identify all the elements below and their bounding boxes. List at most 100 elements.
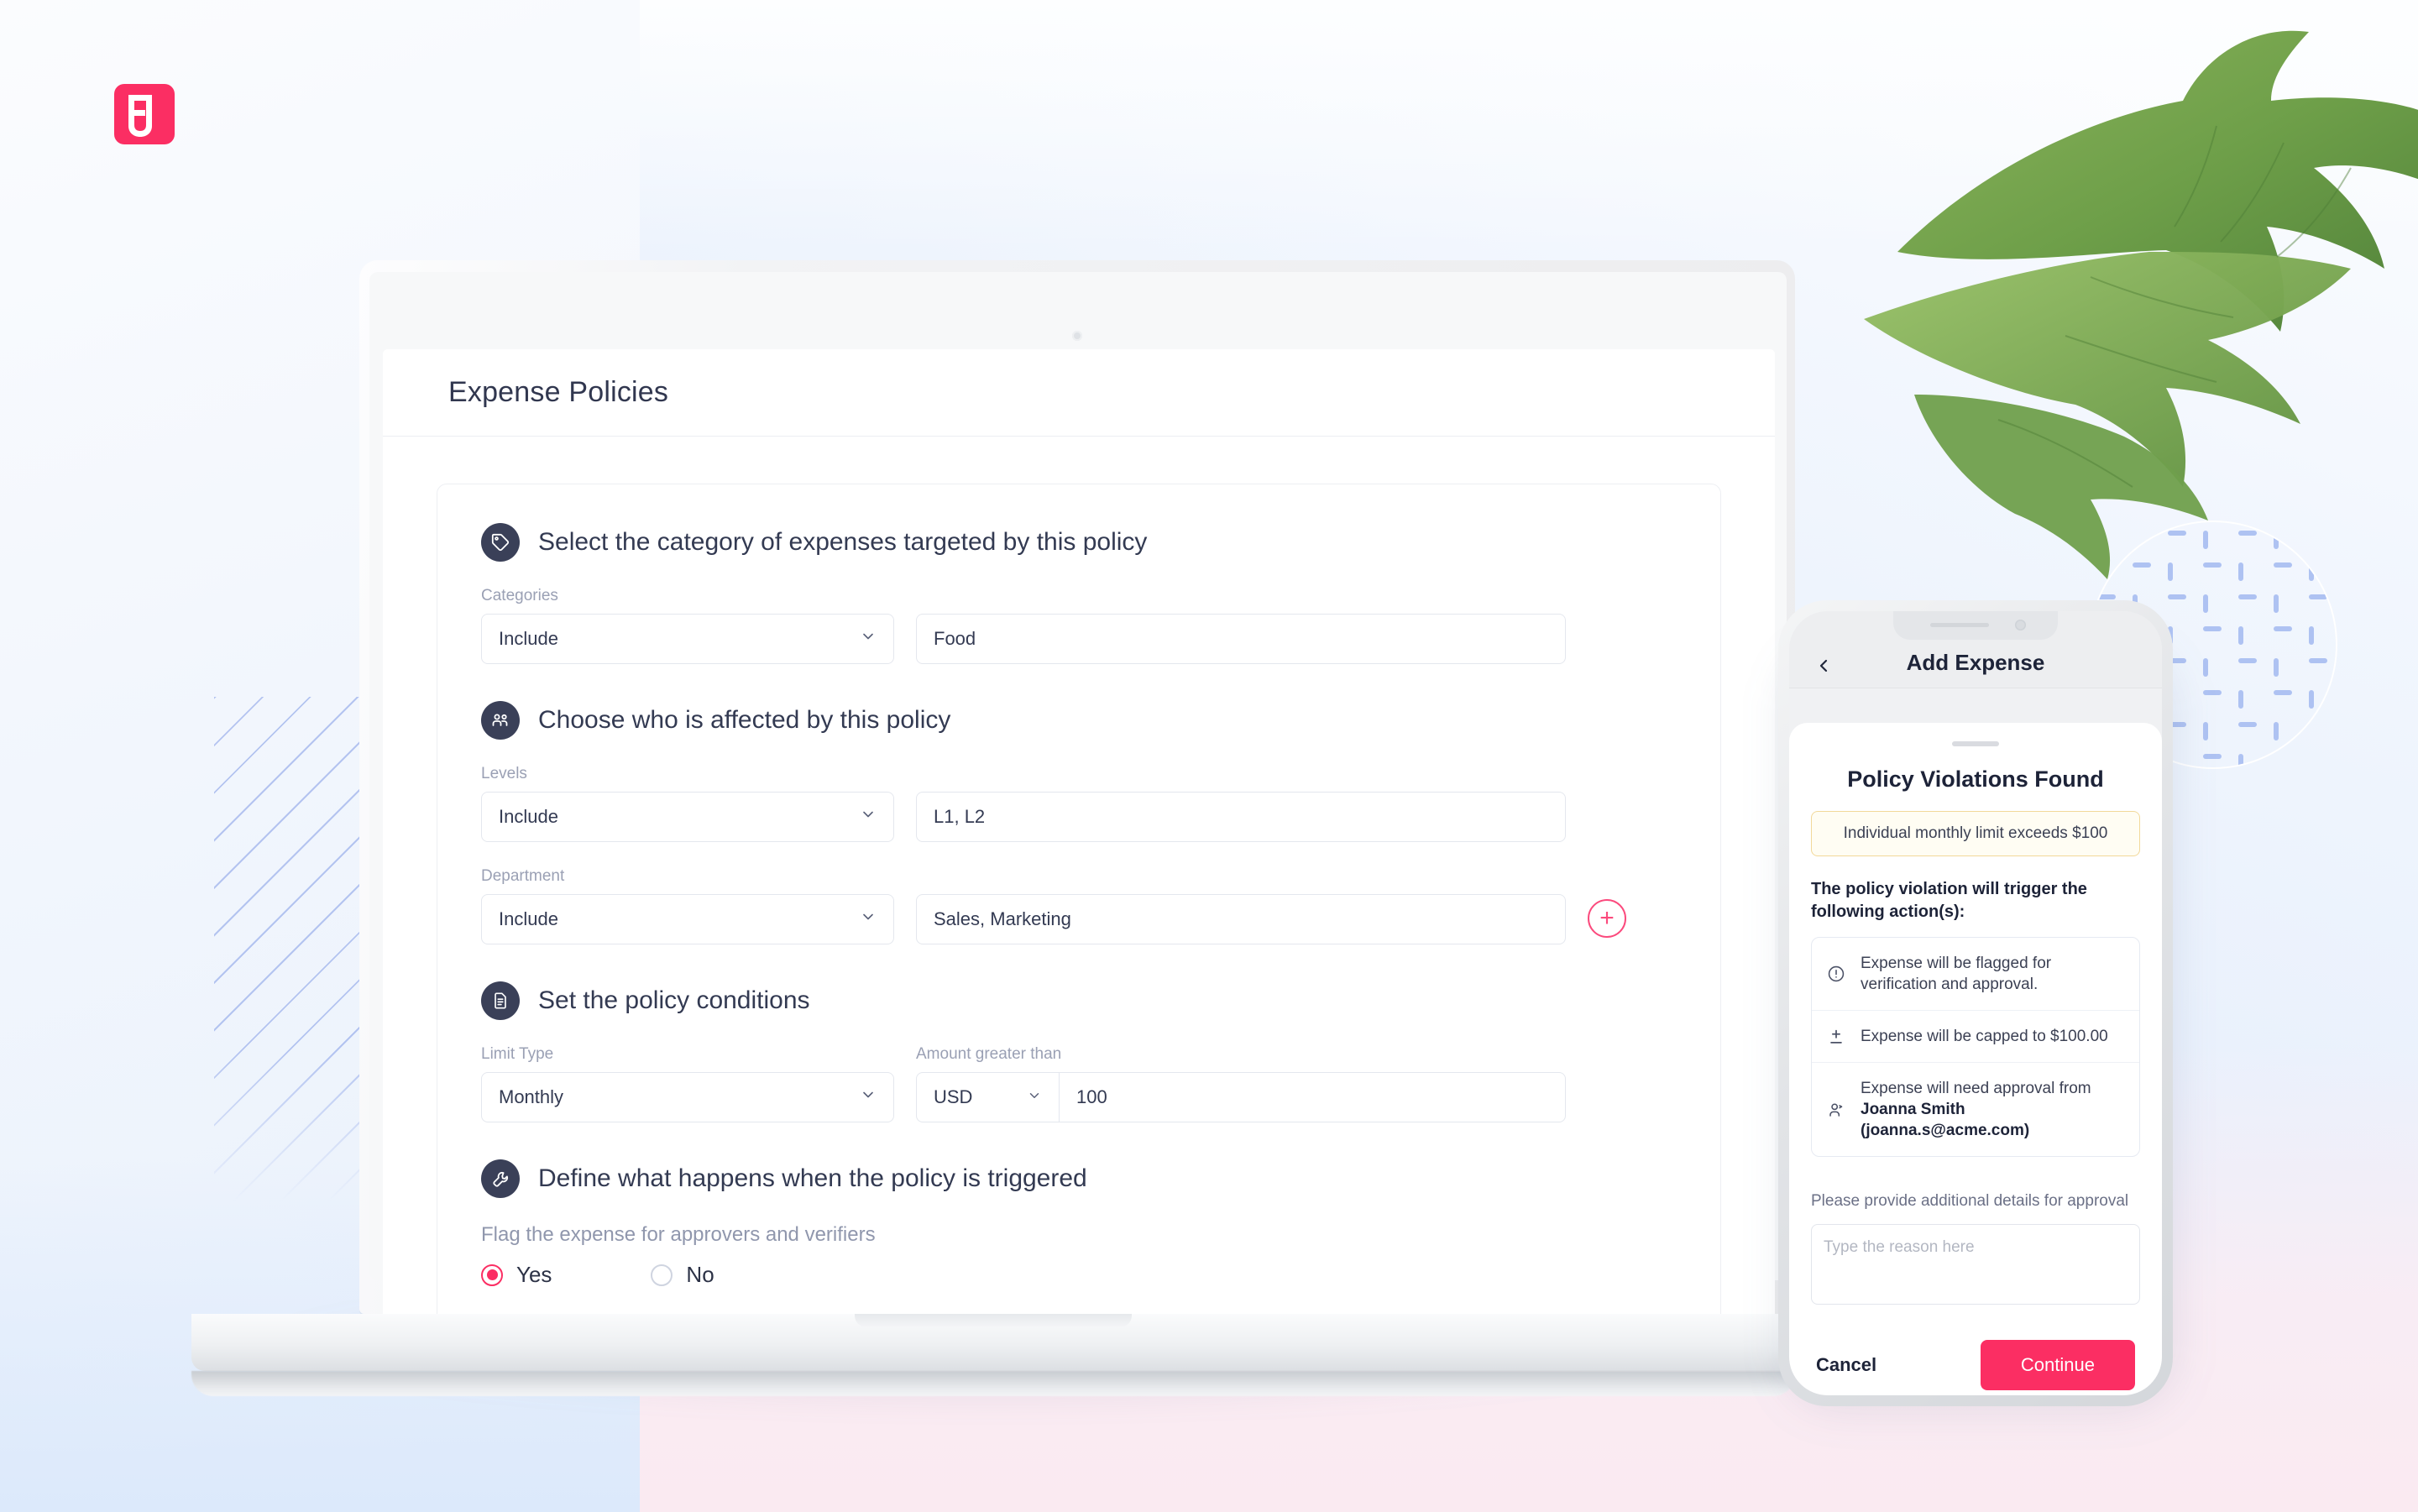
sheet-action-buttons: Cancel Continue bbox=[1811, 1340, 2140, 1391]
amount-input[interactable]: 100 bbox=[1059, 1072, 1566, 1122]
radio-no-label: No bbox=[686, 1262, 714, 1287]
department-include-select[interactable]: Include bbox=[481, 894, 894, 944]
dash-mark bbox=[2238, 722, 2257, 727]
approver-name: Joanna Smith (joanna.s@acme.com) bbox=[1861, 1101, 2030, 1140]
dash-mark bbox=[2309, 658, 2327, 663]
dash-mark bbox=[2133, 562, 2151, 568]
categories-label: Categories bbox=[481, 587, 558, 604]
laptop-mockup: Expense Policies Select the category of … bbox=[191, 260, 1795, 1419]
categories-include-select[interactable]: Include bbox=[481, 614, 894, 664]
dash-mark bbox=[2168, 562, 2173, 581]
chevron-down-icon bbox=[1027, 1086, 1042, 1108]
section-category-header: Select the category of expenses targeted… bbox=[481, 523, 1677, 562]
continue-button[interactable]: Continue bbox=[1980, 1340, 2135, 1391]
dash-mark bbox=[2168, 594, 2186, 599]
dash-mark bbox=[2309, 594, 2327, 599]
dash-mark bbox=[2203, 626, 2222, 631]
chevron-down-icon bbox=[860, 908, 877, 930]
dash-mark bbox=[2274, 690, 2292, 695]
limit-type-select[interactable]: Monthly bbox=[481, 1072, 894, 1122]
phone-frame: Add Expense Policy Violations Found Indi… bbox=[1778, 600, 2173, 1406]
trigger-intro-text: The policy violation will trigger the fo… bbox=[1811, 880, 2087, 921]
dash-mark bbox=[2168, 531, 2186, 536]
plus-icon: + bbox=[1599, 904, 1615, 932]
dash-mark bbox=[2203, 658, 2208, 677]
cancel-button[interactable]: Cancel bbox=[1816, 1354, 1876, 1376]
alert-circle-icon bbox=[1825, 965, 1847, 983]
section-trigger: Define what happens when the policy is t… bbox=[481, 1159, 1677, 1288]
dash-mark bbox=[2203, 594, 2208, 613]
amount-input-value: 100 bbox=[1076, 1086, 1107, 1107]
limit-type-label: Limit Type bbox=[481, 1045, 554, 1063]
dash-mark bbox=[2097, 562, 2102, 581]
sheet-grabber[interactable] bbox=[1952, 741, 1999, 746]
categories-input[interactable]: Food bbox=[916, 614, 1566, 664]
phone-screen: Add Expense Policy Violations Found Indi… bbox=[1789, 611, 2162, 1395]
laptop-base-notch bbox=[855, 1314, 1132, 1327]
amount-group: USD 100 bbox=[916, 1072, 1566, 1122]
laptop-lid: Expense Policies Select the category of … bbox=[359, 260, 1795, 1314]
wrench-icon bbox=[481, 1159, 520, 1198]
currency-select[interactable]: USD bbox=[916, 1072, 1059, 1122]
amount-field: Amount greater than USD 100 bbox=[916, 1045, 1566, 1122]
radio-yes-dot bbox=[481, 1263, 503, 1286]
dash-mark bbox=[2203, 531, 2208, 549]
categories-include-value: Include bbox=[499, 628, 558, 649]
categories-row: Categories Include Food bbox=[481, 587, 1677, 664]
dash-mark bbox=[2274, 722, 2279, 740]
fyle-logo bbox=[114, 84, 175, 144]
users-icon bbox=[481, 701, 520, 740]
chevron-down-icon bbox=[860, 1086, 877, 1108]
dash-mark bbox=[2238, 594, 2257, 599]
dash-mark bbox=[2133, 531, 2138, 549]
dash-mark bbox=[2238, 531, 2257, 536]
reason-label: Please provide additional details for ap… bbox=[1811, 1192, 2129, 1211]
limit-type-value: Monthly bbox=[499, 1086, 564, 1107]
add-condition-button[interactable]: + bbox=[1588, 899, 1626, 938]
categories-value-field: Food bbox=[916, 614, 1566, 664]
violation-banner: Individual monthly limit exceeds $100 bbox=[1811, 811, 2140, 856]
list-item-label: Expense will be capped to $100.00 bbox=[1861, 1028, 2108, 1046]
levels-include-select[interactable]: Include bbox=[481, 792, 894, 842]
actions-list: Expense will be flagged for verification… bbox=[1811, 937, 2140, 1158]
dash-mark bbox=[2097, 594, 2116, 599]
radio-yes[interactable]: Yes bbox=[481, 1262, 552, 1288]
laptop-base-lip bbox=[191, 1371, 1795, 1396]
dash-mark bbox=[2274, 594, 2279, 613]
phone-mockup: Add Expense Policy Violations Found Indi… bbox=[1778, 600, 2173, 1406]
reason-input[interactable]: Type the reason here bbox=[1811, 1224, 2140, 1305]
dash-mark bbox=[2238, 754, 2243, 767]
department-input-value: Sales, Marketing bbox=[934, 908, 1071, 929]
phone-notch bbox=[1893, 611, 2058, 640]
dash-mark bbox=[2274, 562, 2292, 568]
categories-input-value: Food bbox=[934, 628, 976, 649]
list-item: Expense will be flagged for verification… bbox=[1812, 938, 2139, 1012]
chevron-left-icon[interactable] bbox=[1809, 656, 1838, 676]
department-input[interactable]: Sales, Marketing bbox=[916, 894, 1566, 944]
laptop-camera-icon bbox=[1072, 331, 1082, 341]
flag-question-label: Flag the expense for approvers and verif… bbox=[481, 1223, 876, 1246]
plus-minus-icon bbox=[1825, 1028, 1847, 1046]
department-row: Department Include Sales, Marketing + bbox=[481, 867, 1677, 944]
dash-mark bbox=[2309, 562, 2314, 581]
section-audience-title: Choose who is affected by this policy bbox=[538, 706, 951, 734]
radio-no[interactable]: No bbox=[651, 1262, 714, 1288]
dash-mark bbox=[2309, 531, 2327, 536]
laptop-screen: Expense Policies Select the category of … bbox=[383, 349, 1775, 1314]
section-trigger-header: Define what happens when the policy is t… bbox=[481, 1159, 1677, 1198]
section-conditions: Set the policy conditions Limit Type Mon… bbox=[481, 981, 1677, 1122]
dash-mark bbox=[2274, 754, 2292, 759]
levels-input[interactable]: L1, L2 bbox=[916, 792, 1566, 842]
dash-mark bbox=[2203, 690, 2222, 695]
chevron-down-icon bbox=[860, 806, 877, 828]
section-conditions-header: Set the policy conditions bbox=[481, 981, 1677, 1020]
chevron-down-icon bbox=[860, 628, 877, 650]
dash-mark bbox=[2309, 626, 2314, 645]
list-item: Expense will need approval from Joanna S… bbox=[1812, 1063, 2139, 1156]
categories-field: Categories Include bbox=[481, 587, 894, 664]
page-title: Expense Policies bbox=[448, 376, 669, 408]
list-item: Expense will be capped to $100.00 bbox=[1812, 1011, 2139, 1064]
phone-speaker bbox=[1930, 623, 1989, 627]
dash-mark bbox=[2203, 722, 2208, 740]
dash-mark bbox=[2238, 626, 2243, 645]
